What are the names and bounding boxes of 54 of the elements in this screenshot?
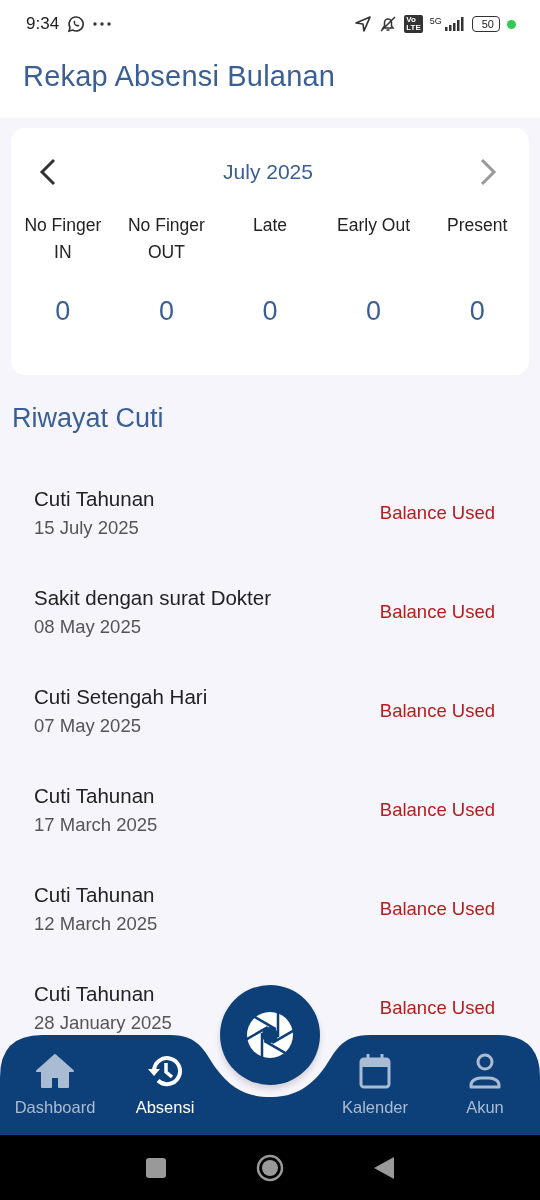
chat-bubble-icon (67, 15, 86, 33)
nav-tab[interactable]: Absensi (110, 1035, 220, 1135)
nav-tab[interactable]: Kalender (320, 1035, 430, 1135)
battery-level: 50 (471, 16, 500, 32)
leave-status: Balance Used (379, 501, 495, 524)
person-icon (469, 1053, 501, 1089)
home-icon (35, 1053, 75, 1089)
camera-button[interactable] (220, 985, 320, 1085)
month-label: July 2025 (223, 160, 313, 184)
stat-value: 0 (158, 296, 174, 327)
clock-time: 9:34 (26, 14, 60, 34)
leave-date: 08 May 2025 (34, 615, 142, 638)
leave-type: Sakit dengan surat Dokter (34, 585, 272, 610)
section-title: Riwayat Cuti (11, 402, 165, 435)
history-icon (147, 1053, 183, 1089)
network-type: 5G (429, 17, 442, 26)
leave-date: 17 March 2025 (34, 813, 158, 836)
calendar-icon (359, 1053, 391, 1089)
stat-value: 0 (55, 296, 71, 327)
recents-icon[interactable] (146, 1157, 166, 1178)
leave-status: Balance Used (379, 996, 495, 1019)
more-icon (93, 22, 112, 26)
stat-label: Present (446, 214, 509, 237)
leave-type: Cuti Tahunan (34, 783, 156, 808)
stat-label: Late (251, 214, 288, 237)
privacy-dot (507, 19, 516, 29)
location-arrow-icon (354, 15, 373, 33)
leave-date: 07 May 2025 (34, 714, 142, 737)
nav-tab[interactable]: Dashboard (0, 1035, 110, 1135)
leave-type: Cuti Setengah Hari (34, 684, 208, 709)
leave-type: Cuti Tahunan (34, 882, 156, 907)
back-icon[interactable] (374, 1156, 394, 1179)
stat-label: No Finger OUT (126, 214, 206, 264)
leave-type: Cuti Tahunan (34, 486, 155, 511)
leave-status: Balance Used (379, 897, 495, 920)
leave-date: 28 January 2025 (34, 1011, 172, 1034)
aperture-icon (245, 1010, 295, 1060)
home-circle-icon[interactable] (256, 1153, 284, 1182)
nav-tab[interactable]: Akun (430, 1035, 540, 1135)
stat-value: 0 (366, 296, 382, 327)
stat-value: 0 (469, 296, 485, 327)
stat-label: No Finger IN (23, 214, 103, 264)
leave-status: Balance Used (379, 798, 495, 821)
stat-label: Early Out (336, 214, 412, 237)
page-title: Rekap Absensi Bulanan (22, 59, 337, 93)
leave-date: 12 March 2025 (34, 912, 158, 935)
leave-type: Cuti Tahunan (34, 981, 156, 1006)
volte-badge: Vo LTE (404, 15, 423, 33)
bell-off-icon (379, 15, 398, 33)
leave-date: 15 July 2025 (34, 516, 140, 539)
stat-value: 0 (262, 296, 278, 327)
leave-status: Balance Used (379, 699, 495, 722)
leave-status: Balance Used (379, 600, 495, 623)
signal-icon (442, 17, 465, 31)
